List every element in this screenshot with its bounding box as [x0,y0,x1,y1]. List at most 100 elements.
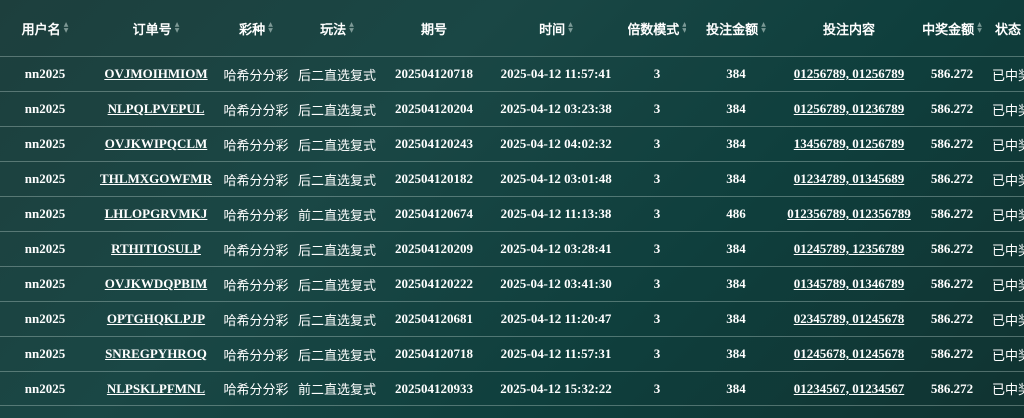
cell-bet-amount: 384 [726,311,746,326]
cell-win-amount: 586.272 [930,206,974,221]
sort-icon[interactable]: ▲ ▼ [977,22,982,34]
sort-icon[interactable]: ▲ ▼ [568,22,573,34]
column-header-username[interactable]: 用户名 ▲ ▼ [0,19,90,38]
sort-icon[interactable]: ▲ ▼ [682,22,686,34]
cell-play-method: 后二直选复式 [297,313,376,329]
cell-bet-content[interactable]: 01256789, 01236789 [786,101,912,117]
cell-play-method: 后二直选复式 [297,68,376,84]
cell-bet-amount: 384 [726,276,746,291]
cell-order-no[interactable]: LHLOPGRVMKJ [90,206,222,222]
cell-win-amount: 586.272 [930,136,974,151]
cell-bet-content[interactable]: 01345789, 01346789 [786,276,912,292]
cell-username: nn2025 [24,276,66,291]
cell-bet-content[interactable]: 01234567, 01234567 [786,381,912,397]
table-row: nn2025 NLPQLPVEPUL 哈希分分彩 后二直选复式 202504120204… [0,91,1024,126]
cell-time: 2025-04-12 03:28:41 [500,241,612,256]
cell-bet-content[interactable]: 02345789, 01245678 [786,311,912,327]
cell-bet-content[interactable]: 13456789, 01256789 [786,136,912,152]
cell-bet-amount: 384 [726,346,746,361]
column-header-label: 用户名 [21,22,61,38]
table-row: nn2025 THLMXGOWFMR 哈希分分彩 后二直选复式 202504120182… [0,161,1024,196]
cell-username: nn2025 [24,346,66,361]
table-row: nn2025 OVJMOIHMIOM 哈希分分彩 后二直选复式 202504120718… [0,56,1024,91]
cell-order-no[interactable]: OVJKWIPQCLM [90,136,222,152]
cell-status: 已中奖 [992,138,1024,154]
cell-play-method: 后二直选复式 [297,103,376,119]
table-row: nn2025 RTHITIOSULP 哈希分分彩 后二直选复式 202504120209… [0,231,1024,266]
cell-win-amount: 586.272 [930,66,974,81]
column-header-win-amount[interactable]: 中奖金额 ▲ ▼ [912,19,992,38]
cell-play-method: 后二直选复式 [297,243,376,259]
cell-status: 已中奖 [992,348,1024,364]
cell-bet-content[interactable]: 012356789, 012356789 [786,206,912,222]
cell-lottery-type: 哈希分分彩 [223,138,289,154]
cell-issue-no: 202504120681 [395,311,473,326]
cell-order-no[interactable]: OVJKWDQPBIM [90,276,222,292]
cell-time: 2025-04-12 11:20:47 [500,311,612,326]
cell-order-no[interactable]: OPTGHQKLPJP [90,311,222,327]
cell-bet-amount: 384 [726,136,746,151]
column-header-multiplier-mode[interactable]: 倍数模式 ▲ ▼ [628,19,686,38]
sort-icon[interactable]: ▲ ▼ [268,22,273,34]
cell-time: 2025-04-12 03:23:38 [500,101,612,116]
sort-icon[interactable]: ▲ ▼ [64,22,69,34]
column-header-label: 彩种 [239,22,266,38]
cell-order-no[interactable]: RTHITIOSULP [90,241,222,257]
column-header-label: 中奖金额 [922,22,975,38]
cell-issue-no: 202504120204 [395,101,473,116]
cell-win-amount: 586.272 [930,276,974,291]
cell-play-method: 后二直选复式 [297,173,376,189]
sort-icon[interactable]: ▲ ▼ [349,22,354,34]
cell-bet-amount: 384 [726,241,746,256]
column-header-label: 状态 [994,22,1021,38]
cell-bet-content[interactable]: 01245678, 01245678 [786,346,912,362]
cell-time: 2025-04-12 03:01:48 [500,171,612,186]
cell-play-method: 前二直选复式 [297,208,376,224]
cell-lottery-type: 哈希分分彩 [223,313,289,329]
cell-time: 2025-04-12 04:02:32 [500,136,612,151]
cell-status: 已中奖 [992,103,1024,119]
table-row: nn2025 OVJKWIPQCLM 哈希分分彩 后二直选复式 202504120243… [0,126,1024,161]
cell-time: 2025-04-12 11:57:41 [500,66,612,81]
cell-multiplier-mode: 3 [653,136,661,151]
cell-bet-content[interactable]: 01256789, 01256789 [786,66,912,82]
cell-bet-content[interactable]: 01245789, 12356789 [786,241,912,257]
cell-order-no[interactable]: SNREGPYHROQ [90,346,222,362]
cell-status: 已中奖 [992,243,1024,259]
column-header-label: 时间 [539,22,566,38]
column-header-issue-no: 期号 [384,19,484,38]
cell-lottery-type: 哈希分分彩 [223,68,289,84]
cell-play-method: 后二直选复式 [297,138,376,154]
cell-issue-no: 202504120933 [395,380,473,396]
cell-order-no[interactable]: OVJMOIHMIOM [90,66,222,82]
cell-order-no[interactable]: NLPSKLPFMNL [90,381,222,397]
cell-issue-no: 202504120718 [395,346,473,361]
cell-multiplier-mode: 3 [653,66,661,81]
cell-multiplier-mode: 3 [653,380,661,396]
bet-records-table: 用户名 ▲ ▼ 订单号 ▲ ▼ 彩种 ▲ ▼ 玩法 ▲ ▼ 期号 时间 ▲ ▼ 倍数模式 ▲ ▼ 投注金额 ▲ ▼ 投注内容… [0,0,1024,406]
cell-bet-content[interactable]: 01234789, 01345689 [786,171,912,187]
column-header-order-no[interactable]: 订单号 ▲ ▼ [90,19,222,38]
cell-multiplier-mode: 3 [653,171,661,186]
column-header-lottery-type[interactable]: 彩种 ▲ ▼ [222,19,290,38]
sort-icon[interactable]: ▲ ▼ [175,22,180,34]
cell-username: nn2025 [24,171,66,186]
cell-win-amount: 586.272 [930,346,974,361]
cell-order-no[interactable]: NLPQLPVEPUL [90,101,222,117]
table-row: nn2025 OVJKWDQPBIM 哈希分分彩 后二直选复式 202504120222… [0,266,1024,301]
cell-order-no[interactable]: THLMXGOWFMR [90,171,222,187]
column-header-time[interactable]: 时间 ▲ ▼ [484,19,628,38]
column-header-status: 状态 [992,19,1024,38]
column-header-label: 投注内容 [822,22,875,38]
cell-issue-no: 202504120674 [395,206,473,221]
column-header-play-method[interactable]: 玩法 ▲ ▼ [290,19,384,38]
column-header-label: 投注金额 [706,22,759,38]
column-header-bet-amount[interactable]: 投注金额 ▲ ▼ [686,19,786,38]
cell-username: nn2025 [24,136,66,151]
table-row: nn2025 OPTGHQKLPJP 哈希分分彩 后二直选复式 202504120681… [0,301,1024,336]
cell-bet-amount: 384 [726,171,746,186]
table-row: nn2025 NLPSKLPFMNL 哈希分分彩 前二直选复式 202504120933… [0,371,1024,406]
cell-username: nn2025 [24,241,66,256]
cell-username: nn2025 [24,311,66,326]
sort-icon[interactable]: ▲ ▼ [761,22,766,34]
